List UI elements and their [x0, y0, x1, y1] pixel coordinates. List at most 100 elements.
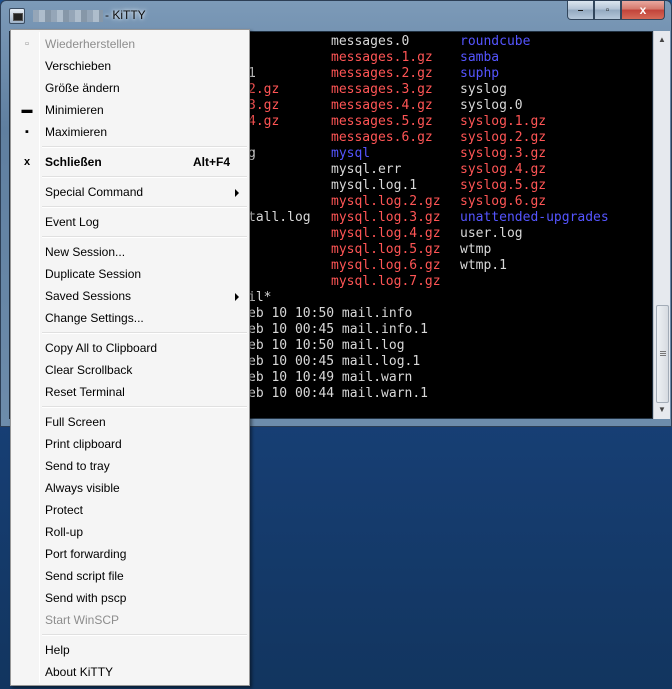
menu-item-roll-up[interactable]: Roll-up — [13, 521, 247, 543]
terminal-line: mysql.err — [331, 162, 402, 177]
terminal-line: eb 10 00:44 mail.warn.1 — [248, 386, 429, 401]
terminal-line: mysql.log.2.gz — [331, 194, 441, 209]
system-menu: ▫ Wiederherstellen Verschieben Größe ändern… — [10, 29, 250, 686]
close-button[interactable]: x — [621, 1, 665, 20]
terminal-line: 3.gz — [248, 98, 280, 113]
menu-item-label: Port forwarding — [45, 547, 127, 561]
menu-item-send-with-pscp[interactable]: Send with pscp — [13, 587, 247, 609]
terminal-line: 4.gz — [248, 114, 280, 129]
menu-item-full-screen[interactable]: Full Screen — [13, 411, 247, 433]
scroll-up-arrow-icon[interactable]: ▲ — [654, 31, 670, 48]
maximize-button[interactable]: ▫ — [594, 1, 621, 20]
grip-icon — [660, 351, 666, 352]
restore-icon: ▫ — [25, 38, 29, 50]
terminal-line: messages.0 — [331, 34, 410, 49]
menu-item-maximize[interactable]: ▪ Maximieren — [13, 121, 247, 143]
menu-item-send-to-tray[interactable]: Send to tray — [13, 455, 247, 477]
menu-item-print-clipboard[interactable]: Print clipboard — [13, 433, 247, 455]
menu-item-accelerator: Alt+F4 — [193, 155, 231, 169]
terminal-line: eb 10 10:49 mail.warn — [248, 370, 413, 385]
terminal-line: unattended-upgrades — [460, 210, 609, 225]
menu-item-restore: ▫ Wiederherstellen — [13, 33, 247, 55]
menu-item-always-visible[interactable]: Always visible — [13, 477, 247, 499]
menu-item-reset-terminal[interactable]: Reset Terminal — [13, 381, 247, 403]
maximize-icon: ▪ — [25, 126, 29, 138]
terminal-scrollbar[interactable]: ▲ ▼ — [653, 31, 670, 419]
menu-item-label: Maximieren — [45, 125, 108, 139]
scroll-down-arrow-icon[interactable]: ▼ — [654, 401, 670, 418]
menu-item-label: Event Log — [45, 215, 100, 229]
terminal-line: suphp — [460, 66, 500, 81]
terminal-line: eb 10 00:45 mail.log.1 — [248, 354, 421, 369]
menu-item-label: Send script file — [45, 569, 124, 583]
terminal-line: il* — [248, 290, 272, 305]
close-icon: x — [23, 156, 31, 168]
terminal-line: wtmp — [460, 242, 492, 257]
menu-item-label: Special Command — [45, 185, 144, 199]
menu-item-start-winscp: Start WinSCP — [13, 609, 247, 631]
menu-item-move[interactable]: Verschieben — [13, 55, 247, 77]
terminal-line: user.log — [460, 226, 523, 241]
menu-separator — [42, 176, 247, 178]
terminal-line: syslog.0 — [460, 98, 523, 113]
menu-item-copy-all[interactable]: Copy All to Clipboard — [13, 337, 247, 359]
menu-item-label: Wiederherstellen — [45, 37, 136, 51]
menu-item-saved-sessions[interactable]: Saved Sessions — [13, 285, 247, 307]
terminal-line: syslog.1.gz — [460, 114, 547, 129]
menu-item-duplicate-session[interactable]: Duplicate Session — [13, 263, 247, 285]
minimize-button[interactable]: – — [567, 1, 594, 20]
menu-item-send-script-file[interactable]: Send script file — [13, 565, 247, 587]
scrollbar-thumb[interactable] — [656, 305, 669, 403]
window-title: - KiTTY — [105, 8, 146, 22]
menu-separator — [42, 206, 247, 208]
menu-item-port-forwarding[interactable]: Port forwarding — [13, 543, 247, 565]
menu-item-label: Schließen — [45, 155, 102, 169]
blurred-hostname — [33, 10, 103, 22]
submenu-arrow-icon — [235, 189, 239, 197]
terminal-line: mysql.log.5.gz — [331, 242, 441, 257]
caption-buttons: – ▫ x — [567, 1, 665, 21]
terminal-line: roundcube — [460, 34, 531, 49]
kitty-app-icon[interactable] — [9, 8, 25, 24]
terminal-line: syslog — [460, 82, 507, 97]
menu-item-label: Saved Sessions — [45, 289, 132, 303]
menu-item-special-command[interactable]: Special Command — [13, 181, 247, 203]
menu-item-help[interactable]: Help — [13, 639, 247, 661]
menu-item-about[interactable]: About KiTTY — [13, 661, 247, 683]
menu-item-new-session[interactable]: New Session... — [13, 241, 247, 263]
menu-item-label: About KiTTY — [45, 665, 114, 679]
terminal-line: syslog.5.gz — [460, 178, 547, 193]
terminal-line: eb 10 10:50 mail.info — [248, 306, 413, 321]
menu-item-label: Change Settings... — [45, 311, 144, 325]
menu-item-label: Start WinSCP — [45, 613, 120, 627]
menu-item-minimize[interactable]: ▬ Minimieren — [13, 99, 247, 121]
terminal-line: tall.log — [248, 210, 311, 225]
menu-item-clear-scrollback[interactable]: Clear Scrollback — [13, 359, 247, 381]
menu-separator — [42, 406, 247, 408]
menu-item-size[interactable]: Größe ändern — [13, 77, 247, 99]
terminal-line: wtmp.1 — [460, 258, 507, 273]
terminal-line: mysql.log.6.gz — [331, 258, 441, 273]
terminal-line: mysql.log.3.gz — [331, 210, 441, 225]
menu-item-label: Print clipboard — [45, 437, 122, 451]
terminal-line: samba — [460, 50, 500, 65]
title-bar[interactable]: - KiTTY – ▫ x — [1, 1, 671, 29]
terminal-line: 2.gz — [248, 82, 280, 97]
terminal-line: messages.6.gz — [331, 130, 433, 145]
menu-item-close[interactable]: x Schließen Alt+F4 — [13, 151, 247, 173]
menu-item-label: Protect — [45, 503, 84, 517]
menu-item-label: Clear Scrollback — [45, 363, 133, 377]
menu-item-protect[interactable]: Protect — [13, 499, 247, 521]
terminal-line: syslog.2.gz — [460, 130, 547, 145]
terminal-line: eb 10 00:45 mail.info.1 — [248, 322, 429, 337]
terminal-line: messages.1.gz — [331, 50, 433, 65]
menu-item-change-settings[interactable]: Change Settings... — [13, 307, 247, 329]
minimize-icon: ▬ — [21, 104, 33, 116]
menu-separator — [42, 146, 247, 148]
menu-item-event-log[interactable]: Event Log — [13, 211, 247, 233]
terminal-line: syslog.4.gz — [460, 162, 547, 177]
menu-item-label: Always visible — [45, 481, 120, 495]
terminal-line: messages.2.gz — [331, 66, 433, 81]
terminal-line: mysql.log.1 — [331, 178, 418, 193]
terminal-line: messages.3.gz — [331, 82, 433, 97]
